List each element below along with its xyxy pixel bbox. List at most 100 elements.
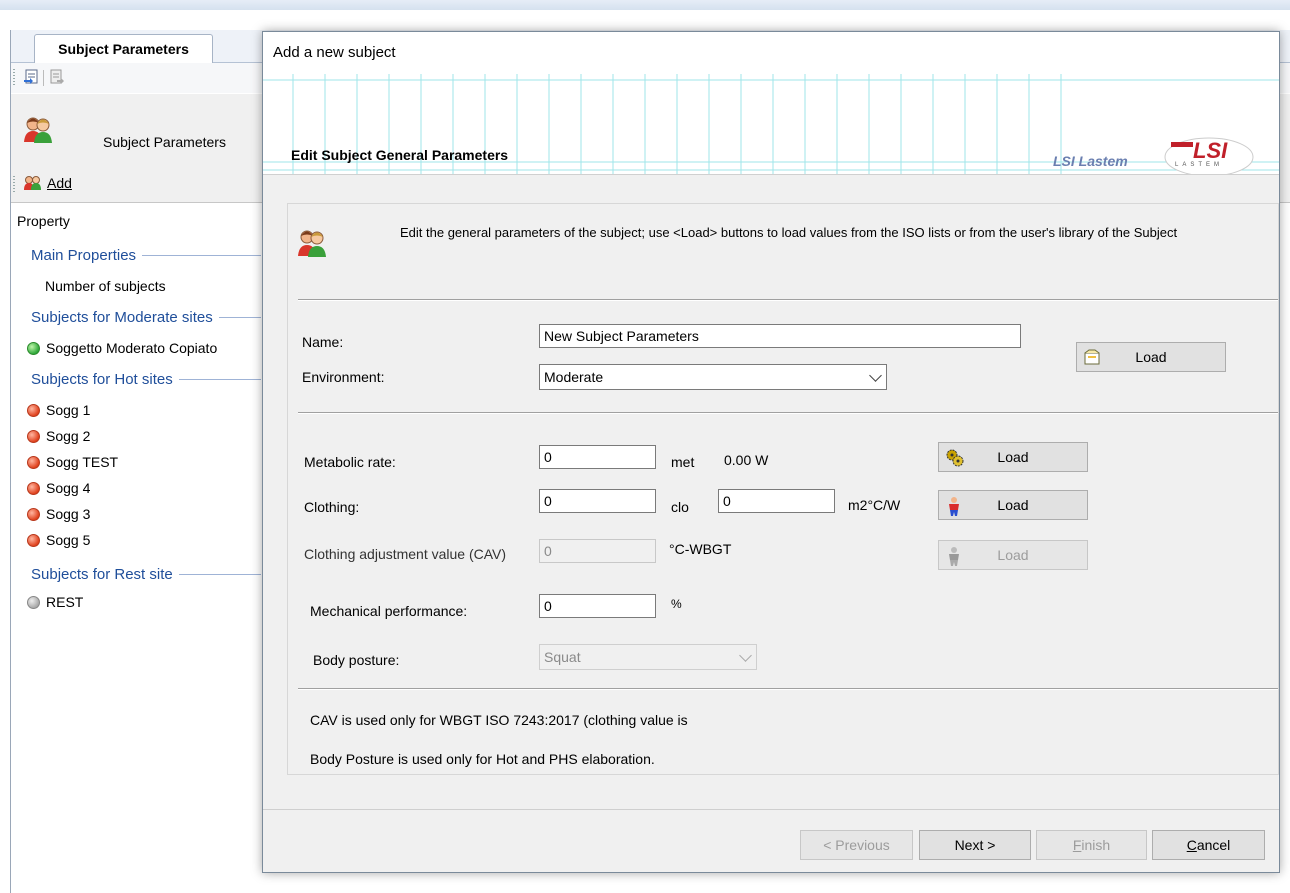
clothing-clo-field[interactable]: 0 <box>539 489 656 513</box>
group-label: Subjects for Moderate sites <box>31 309 213 326</box>
add-subject-icon <box>24 176 41 190</box>
subject-label: Sogg 5 <box>46 532 91 548</box>
subject-hot-item[interactable]: Sogg 1 <box>27 402 90 418</box>
load-library-button[interactable]: Load <box>1076 342 1226 372</box>
tab-subject-parameters[interactable]: Subject Parameters <box>34 34 213 63</box>
separator <box>298 299 1278 301</box>
subject-label: Sogg 2 <box>46 428 91 444</box>
previous-button[interactable]: < Previous <box>800 830 913 860</box>
group-moderate-sites[interactable]: Subjects for Moderate sites <box>31 309 261 326</box>
load-metabolic-button[interactable]: Load <box>938 442 1088 472</box>
load-button-label: Load <box>997 497 1029 513</box>
chevron-down-icon <box>869 369 882 382</box>
cancel-label: ancel <box>1196 837 1231 853</box>
separator <box>298 688 1278 690</box>
subject-rest-item[interactable]: REST <box>27 594 83 610</box>
finish-accelerator: F <box>1072 837 1082 853</box>
add-button[interactable]: Add <box>23 175 72 191</box>
mechanical-unit: % <box>671 597 682 611</box>
intro-text: Edit the general parameters of the subje… <box>400 225 1178 240</box>
body-posture-select[interactable]: Squat <box>539 644 757 670</box>
load-button-label: Load <box>1135 349 1167 365</box>
metabolic-rate-field[interactable]: 0 <box>539 445 656 469</box>
library-load-icon <box>1083 348 1101 369</box>
finish-button[interactable]: Finish <box>1036 830 1147 860</box>
clothing-label: Clothing: <box>304 499 360 515</box>
subjects-icon <box>296 228 328 261</box>
subject-hot-item[interactable]: Sogg TEST <box>27 454 118 470</box>
subject-label: Sogg 3 <box>46 506 91 522</box>
wizard-content-panel: Edit the general parameters of the subje… <box>287 203 1279 775</box>
mechanical-performance-field[interactable]: 0 <box>539 594 656 618</box>
banner-title: Edit Subject General Parameters <box>291 147 509 163</box>
subject-moderate-item[interactable]: Soggetto Moderato Copiato <box>27 340 217 356</box>
wizard-footer: < Previous Next > Finish Cancel <box>263 809 1279 872</box>
subject-label: Soggetto Moderato Copiato <box>46 340 218 356</box>
import-icon[interactable] <box>23 69 39 85</box>
load-cav-button[interactable]: Load <box>938 540 1088 570</box>
posture-note: Body Posture is used only for Hot and PH… <box>310 751 655 767</box>
cav-unit: °C-WBGT <box>669 541 732 557</box>
clothing-m2-unit: m2°C/W <box>848 497 901 513</box>
subject-hot-item[interactable]: Sogg 5 <box>27 532 90 548</box>
group-rest-site[interactable]: Subjects for Rest site <box>31 566 261 583</box>
status-error-icon <box>27 403 40 417</box>
name-label: Name: <box>302 334 344 350</box>
clothing-icon <box>945 496 963 519</box>
add-subject-dialog: Add a new subject Edit Subject General P… <box>262 31 1280 873</box>
svg-text:LSI: LSI <box>1193 138 1228 163</box>
subject-hot-item[interactable]: Sogg 4 <box>27 480 90 496</box>
status-error-icon <box>27 507 40 521</box>
environment-select[interactable]: Moderate <box>539 364 887 390</box>
clothing-m2-field[interactable]: 0 <box>718 489 835 513</box>
status-error-icon <box>27 481 40 495</box>
metabolic-rate-label: Metabolic rate: <box>304 454 396 470</box>
finish-label: inish <box>1081 837 1111 853</box>
subject-label: REST <box>46 594 84 610</box>
status-error-icon <box>27 533 40 547</box>
subject-hot-item[interactable]: Sogg 2 <box>27 428 90 444</box>
property-number-of-subjects[interactable]: Number of subjects <box>45 278 166 294</box>
mechanical-performance-label: Mechanical performance: <box>310 603 468 619</box>
property-label: Number of subjects <box>45 278 166 294</box>
gears-icon <box>945 448 965 471</box>
environment-label: Environment: <box>302 369 385 385</box>
clothing-icon <box>945 546 963 569</box>
group-label: Subjects for Hot sites <box>31 371 173 388</box>
window-top-strip <box>0 0 1290 10</box>
subject-label: Sogg 1 <box>46 402 91 418</box>
status-error-icon <box>27 455 40 469</box>
status-error-icon <box>27 429 40 443</box>
cav-field[interactable]: 0 <box>539 539 656 563</box>
cancel-accelerator: C <box>1186 837 1197 853</box>
property-column-header: Property <box>17 213 70 229</box>
toolbar-grip[interactable] <box>13 69 15 87</box>
body-posture-value: Squat <box>544 649 581 665</box>
toolbar-separator <box>43 70 44 86</box>
svg-text:LASTEM: LASTEM <box>1175 162 1223 168</box>
load-clothing-button[interactable]: Load <box>938 490 1088 520</box>
group-hot-sites[interactable]: Subjects for Hot sites <box>31 371 261 388</box>
metabolic-watts: 0.00 W <box>724 452 769 468</box>
name-field[interactable]: New Subject Parameters <box>539 324 1021 348</box>
status-neutral-icon <box>27 595 40 609</box>
next-button[interactable]: Next > <box>919 830 1031 860</box>
subject-label: Sogg TEST <box>46 454 119 470</box>
toolbar-grip[interactable] <box>13 176 15 194</box>
group-main-properties[interactable]: Main Properties <box>31 247 261 264</box>
load-button-label: Load <box>997 449 1029 465</box>
cav-note: CAV is used only for WBGT ISO 7243:2017 … <box>310 712 688 728</box>
add-button-label: Add <box>47 175 72 191</box>
wizard-banner: Edit Subject General Parameters LSI Last… <box>263 74 1279 175</box>
cav-label: Clothing adjustment value (CAV) <box>304 546 507 562</box>
subject-hot-item[interactable]: Sogg 3 <box>27 506 90 522</box>
separator <box>298 412 1278 414</box>
body-posture-label: Body posture: <box>313 652 400 668</box>
cancel-button[interactable]: Cancel <box>1152 830 1265 860</box>
pane-header-title: Subject Parameters <box>103 134 226 150</box>
load-button-label: Load <box>997 547 1029 563</box>
metabolic-unit: met <box>671 454 695 470</box>
group-label: Main Properties <box>31 247 137 264</box>
export-icon[interactable] <box>49 69 65 85</box>
subject-label: Sogg 4 <box>46 480 91 496</box>
